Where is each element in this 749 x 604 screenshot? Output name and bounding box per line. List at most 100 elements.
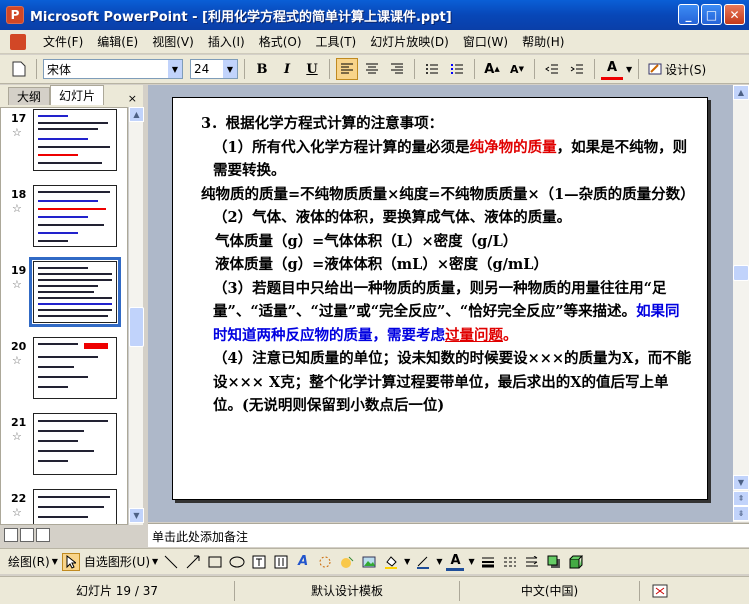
slide-thumbnails[interactable]: 17 ☆ 18 ☆ 19 ☆ 20 ☆ 21 ☆ 22 ☆ xyxy=(0,107,128,525)
slide-heading[interactable]: 3．根据化学方程式计算的注意事项： xyxy=(201,112,693,136)
thumbnails-scrollbar[interactable]: ▲ ▼ xyxy=(128,107,144,525)
scrollbar-thumb[interactable] xyxy=(733,265,749,281)
menu-insert[interactable]: 插入(I) xyxy=(201,33,252,50)
spelling-status-icon[interactable] xyxy=(640,581,680,601)
slide-formula-liquid[interactable]: 液体质量（g）=液体体积（mL）×密度（g/mL） xyxy=(201,253,693,277)
slide-thumbnail-20[interactable]: 20 ☆ xyxy=(1,334,127,404)
rectangle-icon[interactable] xyxy=(206,553,224,571)
slide-preview xyxy=(33,489,117,524)
line-style-icon[interactable] xyxy=(479,553,497,571)
previous-slide-icon[interactable]: ⇞ xyxy=(733,491,749,506)
powerpoint-app-icon[interactable]: P xyxy=(6,6,24,24)
underline-button[interactable]: U xyxy=(301,58,323,80)
tab-slides[interactable]: 幻灯片 xyxy=(50,85,105,105)
font-name-select[interactable]: 宋体 ▼ xyxy=(43,59,183,79)
slide-formula-gas[interactable]: 气体质量（g）=气体体积（L）×密度（g/L） xyxy=(201,230,693,254)
star-icon: ☆ xyxy=(12,126,22,139)
chevron-down-icon[interactable]: ▼ xyxy=(223,60,237,78)
fill-color-icon[interactable] xyxy=(382,553,400,571)
align-left-icon[interactable] xyxy=(336,58,358,80)
panel-tabs: 大纲 幻灯片 × xyxy=(0,85,143,105)
font-color-icon[interactable]: A xyxy=(601,58,623,80)
line-icon[interactable] xyxy=(162,553,180,571)
slide-paragraph-2[interactable]: 纯物质的质量=不纯物质质量×纯度=不纯物质质量×（1—杂质的质量分数） xyxy=(201,183,695,207)
chevron-down-icon[interactable]: ▼ xyxy=(404,557,410,566)
menu-tools[interactable]: 工具(T) xyxy=(309,33,364,50)
slideshow-view-icon[interactable] xyxy=(36,528,50,542)
chevron-down-icon[interactable]: ▼ xyxy=(468,557,474,566)
scroll-up-icon[interactable]: ▲ xyxy=(733,85,749,100)
slide-thumbnail-17[interactable]: 17 ☆ xyxy=(1,108,127,176)
close-icon[interactable]: × xyxy=(128,92,137,105)
diagram-icon[interactable] xyxy=(316,553,334,571)
menu-help[interactable]: 帮助(H) xyxy=(515,33,571,50)
design-button[interactable]: 设计(S) xyxy=(645,61,709,78)
maximize-button[interactable]: □ xyxy=(701,4,722,25)
italic-button[interactable]: I xyxy=(276,58,298,80)
clipart-icon[interactable] xyxy=(338,553,356,571)
arrow-style-icon[interactable] xyxy=(523,553,541,571)
slide-thumbnail-21[interactable]: 21 ☆ xyxy=(1,410,127,480)
select-pointer-icon[interactable] xyxy=(61,552,80,571)
slide-thumbnail-19[interactable]: 19 ☆ xyxy=(1,257,127,328)
current-slide[interactable]: 3．根据化学方程式计算的注意事项： （1）所有代入化学方程计算的量必须是纯净物的… xyxy=(172,97,708,500)
font-size-select[interactable]: 24 ▼ xyxy=(190,59,238,79)
draw-menu-button[interactable]: 绘图(R) ▼ xyxy=(8,553,58,570)
slide-thumbnail-18[interactable]: 18 ☆ xyxy=(1,182,127,252)
normal-view-icon[interactable] xyxy=(4,528,18,542)
numbered-list-icon[interactable] xyxy=(421,58,443,80)
picture-icon[interactable] xyxy=(360,553,378,571)
shadow-style-icon[interactable] xyxy=(545,553,563,571)
slide-number: 20 xyxy=(11,340,27,353)
chevron-down-icon[interactable]: ▼ xyxy=(436,557,442,566)
slide-scrollbar[interactable]: ▲ ▼ ⇞ ⇟ xyxy=(733,85,749,522)
arrow-icon[interactable] xyxy=(184,553,202,571)
slide-thumbnail-22[interactable]: 22 ☆ xyxy=(1,486,127,524)
slide-paragraph-3[interactable]: （2）气体、液体的体积，要换算成气体、液体的质量。 xyxy=(201,206,693,230)
oval-icon[interactable] xyxy=(228,553,246,571)
menu-view[interactable]: 视图(V) xyxy=(145,33,201,50)
bullet-list-icon[interactable] xyxy=(446,58,468,80)
font-color-icon[interactable]: A xyxy=(446,553,465,571)
slide-paragraph-4[interactable]: （3）若题目中只给出一种物质的质量，则另一种物质的用量往往用“足量”、“适量”、… xyxy=(201,277,693,348)
toolbar-separator xyxy=(36,59,37,79)
tab-outline[interactable]: 大纲 xyxy=(8,87,51,105)
scroll-down-icon[interactable]: ▼ xyxy=(129,508,144,523)
slide-paragraph-5[interactable]: （4）注意已知质量的单位；设未知数的时候要设×××的质量为X，而不能设××× X… xyxy=(201,347,693,418)
wordart-icon[interactable]: A xyxy=(294,553,312,571)
menu-file[interactable]: 文件(F) xyxy=(36,33,90,50)
line-color-icon[interactable] xyxy=(414,553,432,571)
document-icon[interactable] xyxy=(10,33,26,50)
scroll-down-icon[interactable]: ▼ xyxy=(733,475,749,490)
vertical-textbox-icon[interactable] xyxy=(272,553,290,571)
close-button[interactable]: ✕ xyxy=(724,4,745,25)
increase-indent-icon[interactable] xyxy=(566,58,588,80)
status-bar: 幻灯片 19 / 37 默认设计模板 中文(中国) xyxy=(0,576,749,604)
slide-editor: 3．根据化学方程式计算的注意事项： （1）所有代入化学方程计算的量必须是纯净物的… xyxy=(148,85,733,522)
new-document-icon[interactable] xyxy=(8,58,30,80)
autoshapes-menu-button[interactable]: 自选图形(U) ▼ xyxy=(84,553,158,570)
menu-format[interactable]: 格式(O) xyxy=(252,33,309,50)
scroll-up-icon[interactable]: ▲ xyxy=(129,107,144,122)
align-center-icon[interactable] xyxy=(361,58,383,80)
bold-button[interactable]: B xyxy=(251,58,273,80)
chevron-down-icon[interactable]: ▼ xyxy=(626,65,632,74)
decrease-font-size-icon[interactable]: A ▼ xyxy=(506,58,528,80)
slide-sorter-view-icon[interactable] xyxy=(20,528,34,542)
align-right-icon[interactable] xyxy=(386,58,408,80)
chevron-down-icon[interactable]: ▼ xyxy=(168,60,182,78)
menu-edit[interactable]: 编辑(E) xyxy=(90,33,145,50)
notes-pane[interactable]: 单击此处添加备注 xyxy=(148,523,749,547)
next-slide-icon[interactable]: ⇟ xyxy=(733,506,749,521)
increase-font-size-icon[interactable]: A ▲ xyxy=(481,58,503,80)
textbox-icon[interactable] xyxy=(250,553,268,571)
scrollbar-thumb[interactable] xyxy=(129,307,144,347)
menu-window[interactable]: 窗口(W) xyxy=(456,33,515,50)
dash-style-icon[interactable] xyxy=(501,553,519,571)
menu-slideshow[interactable]: 幻灯片放映(D) xyxy=(363,33,456,50)
minimize-button[interactable]: _ xyxy=(678,4,699,25)
3d-style-icon[interactable] xyxy=(567,553,585,571)
toolbar-separator xyxy=(329,59,330,79)
decrease-indent-icon[interactable] xyxy=(541,58,563,80)
slide-paragraph-1[interactable]: （1）所有代入化学方程计算的量必须是纯净物的质量，如果是不纯物，则需要转换。 xyxy=(201,136,693,183)
